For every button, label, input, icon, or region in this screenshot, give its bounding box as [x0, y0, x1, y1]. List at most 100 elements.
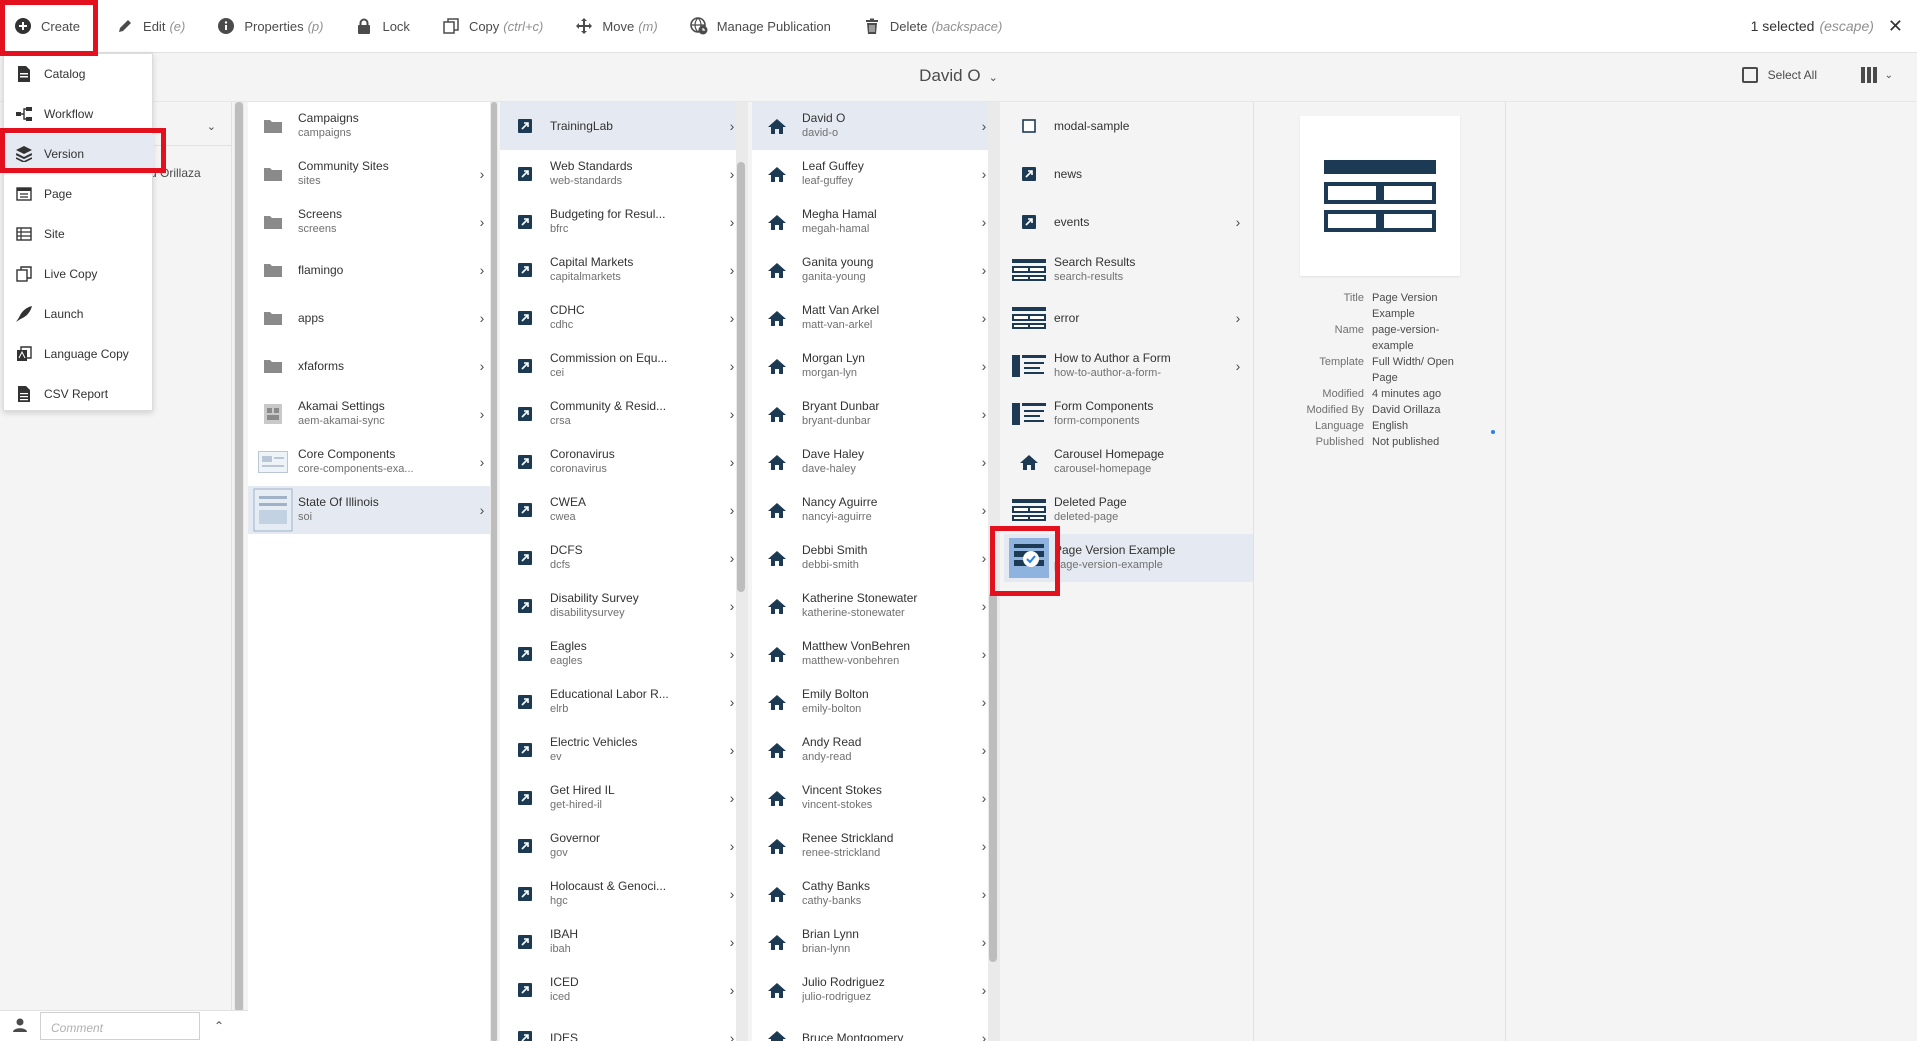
list-item[interactable]: apps › [248, 294, 497, 342]
list-item[interactable]: ICED iced › [500, 966, 747, 1014]
list-item[interactable]: Matthew VonBehren matthew-vonbehren › [752, 630, 999, 678]
manage-publication-button[interactable]: Manage Publication [674, 0, 847, 53]
create-button[interactable]: Create [0, 0, 100, 53]
list-item[interactable]: Holocaust & Genoci... hgc › [500, 870, 747, 918]
list-item[interactable]: Community Sites sites › [248, 150, 497, 198]
list-item[interactable]: Katherine Stonewater katherine-stonewater… [752, 582, 999, 630]
menu-item-language-copy[interactable]: Language Copy [4, 334, 154, 374]
select-all-button[interactable]: Select All [1741, 67, 1817, 83]
list-item[interactable]: Budgeting for Resul... bfrc › [500, 198, 747, 246]
column-traininglab-scrollbar[interactable] [988, 102, 1000, 1041]
menu-item-page[interactable]: Page [4, 174, 154, 214]
menu-item-launch[interactable]: Launch [4, 294, 154, 334]
menu-item-workflow[interactable]: Workflow [4, 94, 154, 134]
copy-button[interactable]: Copy (ctrl+c) [426, 0, 559, 53]
chevron-up-icon[interactable]: ⌃ [214, 1019, 224, 1033]
list-item[interactable]: Capital Markets capitalmarkets › [500, 246, 747, 294]
delete-button[interactable]: Delete (backspace) [847, 0, 1018, 53]
comment-input[interactable]: Comment [40, 1012, 200, 1040]
list-item[interactable]: Morgan Lyn morgan-lyn › [752, 342, 999, 390]
menu-item-catalog[interactable]: Catalog [4, 54, 154, 94]
menu-item-version[interactable]: Version [4, 134, 154, 174]
list-item[interactable]: Disability Survey disabilitysurvey › [500, 582, 747, 630]
item-text: Debbi Smith debbi-smith [802, 543, 969, 573]
list-item[interactable]: Core Components core-components-exa... › [248, 438, 497, 486]
menu-item-live-copy[interactable]: Live Copy [4, 254, 154, 294]
column-view-icon [1860, 67, 1877, 83]
page-item[interactable]: news [1004, 150, 1253, 198]
item-name: gov [550, 847, 568, 859]
list-item[interactable]: Get Hired IL get-hired-il › [500, 774, 747, 822]
list-item[interactable]: Vincent Stokes vincent-stokes › [752, 774, 999, 822]
list-item[interactable]: Educational Labor R... elrb › [500, 678, 747, 726]
checkbox-icon [1741, 67, 1758, 83]
menu-item-csv-report[interactable]: CSV Report [4, 374, 154, 414]
list-item[interactable]: Web Standards web-standards › [500, 150, 747, 198]
chevron-right-icon[interactable]: › [1223, 358, 1253, 374]
page-item[interactable]: error › [1004, 294, 1253, 342]
page-item[interactable]: Page Version Example page-version-example [1004, 534, 1253, 582]
page-item[interactable]: events › [1004, 198, 1253, 246]
list-item[interactable]: Nancy Aguirre nancyi-aguirre › [752, 486, 999, 534]
list-item[interactable]: Electric Vehicles ev › [500, 726, 747, 774]
external-link-icon [500, 438, 550, 486]
list-item[interactable]: Matt Van Arkel matt-van-arkel › [752, 294, 999, 342]
list-item[interactable]: Cathy Banks cathy-banks › [752, 870, 999, 918]
page-item[interactable]: Form Components form-components [1004, 390, 1253, 438]
list-item[interactable]: State Of Illinois soi › [248, 486, 497, 534]
list-item[interactable]: Megha Hamal megah-hamal › [752, 198, 999, 246]
list-item[interactable]: Julio Rodriguez julio-rodriguez › [752, 966, 999, 1014]
list-item[interactable]: Akamai Settings aem-akamai-sync › [248, 390, 497, 438]
item-text: apps [298, 311, 467, 326]
page-item[interactable]: How to Author a Form how-to-author-a-form… [1004, 342, 1253, 390]
list-item[interactable]: Campaigns campaigns [248, 102, 497, 150]
list-item[interactable]: IBAH ibah › [500, 918, 747, 966]
list-item[interactable]: Governor gov › [500, 822, 747, 870]
properties-button[interactable]: Properties (p) [201, 0, 339, 53]
menu-item-site[interactable]: Site [4, 214, 154, 254]
move-button[interactable]: Move (m) [559, 0, 673, 53]
list-item[interactable]: Community & Resid... crsa › [500, 390, 747, 438]
list-item[interactable]: CDHC cdhc › [500, 294, 747, 342]
left-rail-scrollbar[interactable] [234, 102, 244, 1012]
view-switcher-button[interactable]: ⌄ [1860, 67, 1893, 83]
column-soi-scrollbar[interactable] [736, 102, 748, 1041]
list-item[interactable]: TrainingLab › [500, 102, 747, 150]
list-item[interactable]: Ganita young ganita-young › [752, 246, 999, 294]
chevron-right-icon[interactable]: › [1223, 214, 1253, 230]
list-item[interactable]: Leaf Guffey leaf-guffey › [752, 150, 999, 198]
property-label: Modified By [1306, 404, 1364, 416]
add-circle-icon [14, 17, 32, 35]
list-item[interactable]: Coronavirus coronavirus › [500, 438, 747, 486]
page-item[interactable]: Carousel Homepage carousel-homepage [1004, 438, 1253, 486]
column-root-scrollbar[interactable] [490, 102, 498, 1041]
lock-button[interactable]: Lock [339, 0, 425, 53]
list-item[interactable]: Bryant Dunbar bryant-dunbar › [752, 390, 999, 438]
page-item[interactable]: modal-sample [1004, 102, 1253, 150]
page-item[interactable]: Deleted Page deleted-page [1004, 486, 1253, 534]
list-item[interactable]: Andy Read andy-read › [752, 726, 999, 774]
list-item[interactable]: Renee Strickland renee-strickland › [752, 822, 999, 870]
chevron-right-icon[interactable]: › [1223, 310, 1253, 326]
list-item[interactable]: Debbi Smith debbi-smith › [752, 534, 999, 582]
list-item[interactable]: Screens screens › [248, 198, 497, 246]
page-item[interactable]: Search Results search-results [1004, 246, 1253, 294]
list-item[interactable]: Bruce Montgomery › [752, 1014, 999, 1041]
list-item[interactable]: Eagles eagles › [500, 630, 747, 678]
list-item[interactable]: DCFS dcfs › [500, 534, 747, 582]
list-item[interactable]: flamingo › [248, 246, 497, 294]
list-item[interactable]: Brian Lynn brian-lynn › [752, 918, 999, 966]
edit-button[interactable]: Edit (e) [100, 0, 201, 53]
list-item[interactable]: IDES › [500, 1014, 747, 1041]
list-item[interactable]: Emily Bolton emily-bolton › [752, 678, 999, 726]
close-selection-icon[interactable]: ✕ [1888, 16, 1903, 37]
list-item[interactable]: xfaforms › [248, 342, 497, 390]
list-item[interactable]: Commission on Equ... cei › [500, 342, 747, 390]
list-item[interactable]: David Odavid-o › [752, 102, 999, 150]
rail-selector[interactable]: ⌄ [150, 112, 232, 146]
form-page-icon [1004, 390, 1054, 438]
breadcrumb-title[interactable]: David O ⌄ [0, 66, 1917, 86]
list-item[interactable]: Dave Haley dave-haley › [752, 438, 999, 486]
list-item[interactable]: CWEA cwea › [500, 486, 747, 534]
form-page-icon [1004, 342, 1054, 390]
